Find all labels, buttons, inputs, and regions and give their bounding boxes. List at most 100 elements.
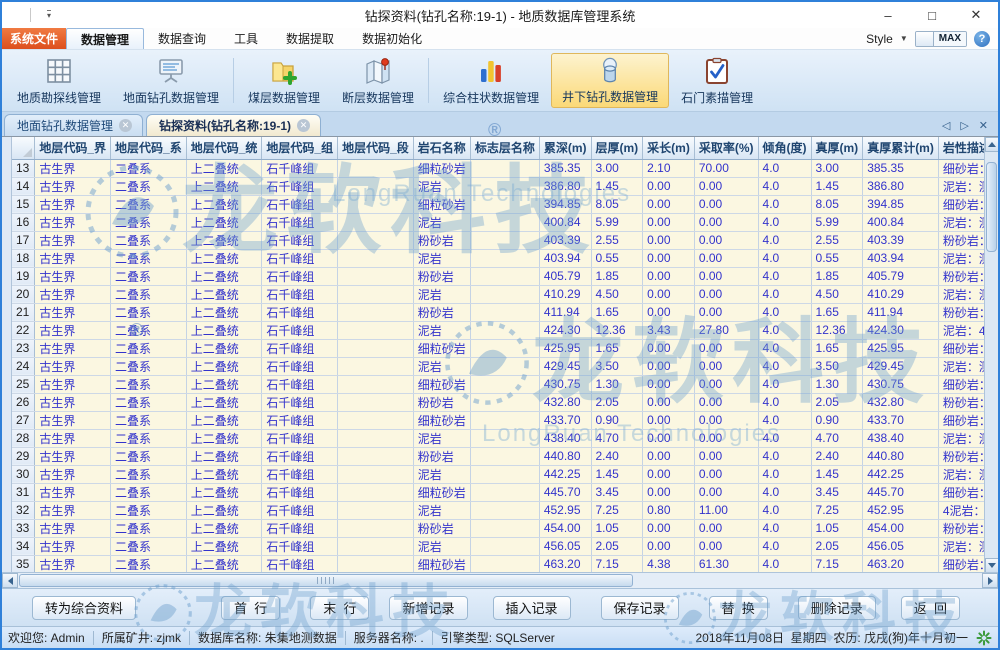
cell[interactable]: 463.20 bbox=[539, 555, 591, 573]
row-number[interactable]: 32 bbox=[12, 501, 35, 519]
cell[interactable]: 0.00 bbox=[694, 447, 758, 465]
cell[interactable]: 细粒砂岩 bbox=[413, 339, 470, 357]
menu-tab-data-management[interactable]: 数据管理 bbox=[66, 28, 144, 49]
cell[interactable]: 4.0 bbox=[758, 267, 811, 285]
cell[interactable]: 0.00 bbox=[694, 393, 758, 411]
cell[interactable]: 7.25 bbox=[591, 501, 643, 519]
cell[interactable]: 403.94 bbox=[863, 249, 939, 267]
cell[interactable] bbox=[338, 339, 414, 357]
cell[interactable]: 古生界 bbox=[35, 321, 111, 339]
cell[interactable]: 4.0 bbox=[758, 303, 811, 321]
cell[interactable]: 石千峰组 bbox=[262, 159, 338, 177]
cell[interactable]: 0.00 bbox=[643, 249, 695, 267]
cell[interactable]: 0.00 bbox=[694, 375, 758, 393]
cell[interactable]: 0.00 bbox=[694, 429, 758, 447]
row-number[interactable]: 16 bbox=[12, 213, 35, 231]
cell[interactable]: 4.0 bbox=[758, 177, 811, 195]
cell[interactable]: 432.80 bbox=[539, 393, 591, 411]
cell[interactable]: 442.25 bbox=[863, 465, 939, 483]
row-number[interactable]: 26 bbox=[12, 393, 35, 411]
cell[interactable] bbox=[338, 393, 414, 411]
column-header-13[interactable]: 真厚累计(m) bbox=[863, 137, 939, 159]
cell[interactable]: 405.79 bbox=[863, 267, 939, 285]
cell[interactable]: 0.00 bbox=[694, 339, 758, 357]
cell[interactable]: 细粒砂岩 bbox=[413, 411, 470, 429]
cell[interactable]: 二叠系 bbox=[111, 285, 187, 303]
cell[interactable]: 粉砂岩 bbox=[413, 231, 470, 249]
cell[interactable]: 4.0 bbox=[758, 465, 811, 483]
scroll-down-icon[interactable] bbox=[985, 558, 998, 573]
cell[interactable]: 细粒砂岩 bbox=[413, 483, 470, 501]
cell[interactable]: 1.30 bbox=[591, 375, 643, 393]
cell[interactable]: 泥岩 bbox=[413, 321, 470, 339]
cell[interactable]: 二叠系 bbox=[111, 267, 187, 285]
cell[interactable] bbox=[470, 501, 539, 519]
row-number[interactable]: 34 bbox=[12, 537, 35, 555]
cell[interactable]: 古生界 bbox=[35, 357, 111, 375]
cell[interactable]: 394.85 bbox=[863, 195, 939, 213]
cell[interactable]: 1.45 bbox=[811, 465, 863, 483]
cell[interactable]: 454.00 bbox=[863, 519, 939, 537]
cell[interactable] bbox=[470, 555, 539, 573]
cell[interactable]: 4.0 bbox=[758, 285, 811, 303]
menu-tab-data-query[interactable]: 数据查询 bbox=[144, 28, 220, 49]
column-header-8[interactable]: 层厚(m) bbox=[591, 137, 643, 159]
cell[interactable]: 429.45 bbox=[863, 357, 939, 375]
cell[interactable]: 3.50 bbox=[591, 357, 643, 375]
cell[interactable]: 0.00 bbox=[643, 339, 695, 357]
cell[interactable]: 4.0 bbox=[758, 159, 811, 177]
cell[interactable]: 二叠系 bbox=[111, 303, 187, 321]
ribbon-button-exploration-line[interactable]: 地质勘探线管理 bbox=[7, 53, 111, 108]
cell[interactable]: 上二叠统 bbox=[186, 177, 262, 195]
cell[interactable]: 上二叠统 bbox=[186, 321, 262, 339]
cell[interactable]: 4.50 bbox=[591, 285, 643, 303]
row-number[interactable]: 23 bbox=[12, 339, 35, 357]
cell[interactable]: 古生界 bbox=[35, 393, 111, 411]
cell[interactable]: 上二叠统 bbox=[186, 447, 262, 465]
cell[interactable]: 11.00 bbox=[694, 501, 758, 519]
cell[interactable]: 463.20 bbox=[863, 555, 939, 573]
cell[interactable]: 2.05 bbox=[591, 537, 643, 555]
cell[interactable]: 古生界 bbox=[35, 195, 111, 213]
cell[interactable]: 上二叠统 bbox=[186, 159, 262, 177]
cell[interactable]: 石千峰组 bbox=[262, 339, 338, 357]
cell[interactable]: 0.00 bbox=[643, 357, 695, 375]
tab-scroll-right-icon[interactable]: ▷ bbox=[960, 119, 968, 132]
cell[interactable]: 4.0 bbox=[758, 249, 811, 267]
row-number[interactable]: 29 bbox=[12, 447, 35, 465]
cell[interactable]: 石千峰组 bbox=[262, 303, 338, 321]
cell[interactable]: 12.36 bbox=[811, 321, 863, 339]
cell[interactable]: 石千峰组 bbox=[262, 195, 338, 213]
cell[interactable]: 4.0 bbox=[758, 339, 811, 357]
cell[interactable]: 4.0 bbox=[758, 555, 811, 573]
chevron-down-icon[interactable]: ▼ bbox=[900, 34, 908, 43]
cell[interactable]: 0.00 bbox=[643, 285, 695, 303]
cell[interactable]: 438.40 bbox=[539, 429, 591, 447]
cell[interactable] bbox=[470, 411, 539, 429]
ribbon-button-crosscut-sketch[interactable]: 石门素描管理 bbox=[671, 53, 763, 108]
ribbon-button-fault[interactable]: 断层数据管理 bbox=[332, 53, 424, 108]
cell[interactable]: 0.00 bbox=[694, 231, 758, 249]
cell[interactable]: 1.05 bbox=[591, 519, 643, 537]
cell[interactable]: 440.80 bbox=[539, 447, 591, 465]
cell[interactable]: 403.39 bbox=[539, 231, 591, 249]
cell[interactable]: 石千峰组 bbox=[262, 249, 338, 267]
minimize-button[interactable]: – bbox=[866, 2, 910, 28]
column-header-11[interactable]: 倾角(度) bbox=[758, 137, 811, 159]
cell[interactable]: 二叠系 bbox=[111, 519, 187, 537]
cell[interactable]: 4.0 bbox=[758, 447, 811, 465]
row-number[interactable]: 14 bbox=[12, 177, 35, 195]
ribbon-button-underground-borehole[interactable]: 井下钻孔数据管理 bbox=[551, 53, 669, 108]
cell[interactable]: 二叠系 bbox=[111, 177, 187, 195]
style-dropdown[interactable]: Style bbox=[866, 32, 893, 46]
cell[interactable]: 粉砂岩 bbox=[413, 519, 470, 537]
cell[interactable]: 二叠系 bbox=[111, 321, 187, 339]
cell[interactable]: 2.10 bbox=[643, 159, 695, 177]
row-number[interactable]: 20 bbox=[12, 285, 35, 303]
cell[interactable]: 0.00 bbox=[694, 465, 758, 483]
cell[interactable]: 上二叠统 bbox=[186, 519, 262, 537]
cell[interactable]: 0.00 bbox=[694, 303, 758, 321]
cell[interactable]: 0.00 bbox=[694, 195, 758, 213]
cell[interactable] bbox=[338, 429, 414, 447]
delete-record-button[interactable]: 删除记录 bbox=[798, 596, 876, 620]
